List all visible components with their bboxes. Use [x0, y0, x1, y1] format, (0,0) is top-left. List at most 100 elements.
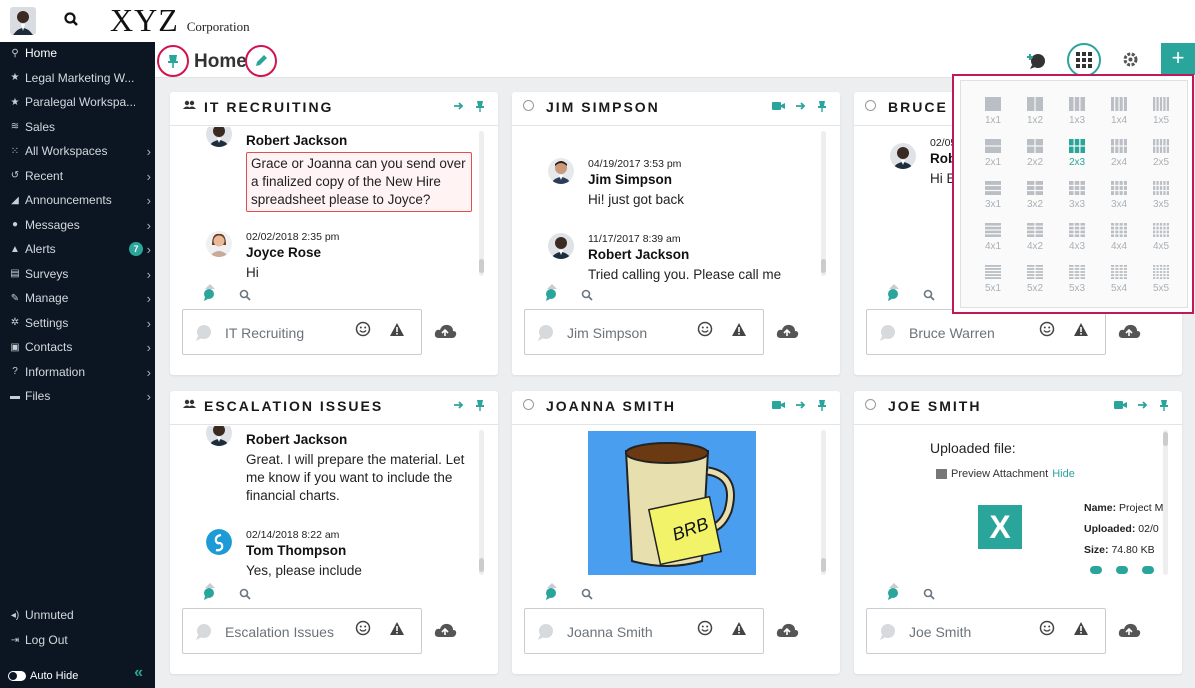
grid-option-2x4[interactable]: 2x4 — [1104, 137, 1134, 173]
add-panel-button[interactable]: + — [1161, 43, 1195, 75]
emoji-icon[interactable] — [355, 321, 371, 342]
collapse-sidebar-icon[interactable]: « — [134, 664, 143, 682]
autohide-toggle[interactable]: Auto Hide — [8, 670, 78, 682]
cloud-upload-icon[interactable] — [1118, 621, 1141, 643]
grid-option-3x2[interactable]: 3x2 — [1020, 179, 1050, 215]
select-radio[interactable] — [523, 399, 534, 410]
video-call-icon[interactable] — [1114, 399, 1127, 415]
alert-icon[interactable] — [389, 621, 405, 641]
cloud-upload-icon[interactable] — [776, 322, 799, 344]
scrollbar[interactable] — [821, 131, 826, 276]
grid-option-4x5[interactable]: 4x5 — [1146, 221, 1176, 257]
grid-option-1x3[interactable]: 1x3 — [1062, 95, 1092, 131]
grid-option-4x4[interactable]: 4x4 — [1104, 221, 1134, 257]
select-radio[interactable] — [865, 399, 876, 410]
emoji-icon[interactable] — [1039, 620, 1055, 641]
scrollbar-thumb[interactable] — [821, 558, 826, 572]
cloud-upload-icon[interactable] — [1118, 322, 1141, 344]
logout-button[interactable]: ⇥ Log Out — [0, 629, 155, 651]
grid-option-3x3[interactable]: 3x3 — [1062, 179, 1092, 215]
grid-option-1x5[interactable]: 1x5 — [1146, 95, 1176, 131]
pencil-icon[interactable] — [253, 53, 269, 74]
emoji-icon[interactable] — [355, 620, 371, 641]
search-icon[interactable] — [62, 10, 82, 30]
open-arrow-icon[interactable] — [1137, 399, 1148, 415]
grid-option-5x5[interactable]: 5x5 — [1146, 263, 1176, 299]
sidebar-item-recent[interactable]: ↺ Recent › — [0, 165, 155, 187]
gear-icon[interactable] — [1122, 51, 1139, 73]
scrollbar[interactable] — [821, 430, 826, 575]
grid-option-2x1[interactable]: 2x1 — [978, 137, 1008, 173]
hide-link[interactable]: Hide — [1052, 468, 1075, 480]
chat-tab-icon[interactable] — [202, 587, 216, 601]
chat-tab-icon[interactable] — [544, 288, 558, 302]
sidebar-item-manage[interactable]: ✎ Manage › — [0, 287, 155, 309]
pin-icon[interactable] — [1158, 399, 1170, 415]
alert-icon[interactable] — [731, 322, 747, 342]
scrollbar[interactable] — [479, 430, 484, 575]
search-icon[interactable] — [580, 587, 594, 601]
scrollbar[interactable] — [1163, 430, 1168, 575]
emoji-icon[interactable] — [697, 321, 713, 342]
chat-tab-icon[interactable] — [886, 587, 900, 601]
select-radio[interactable] — [865, 100, 876, 111]
sidebar-item-legal-marketing-w[interactable]: ★ Legal Marketing W... — [0, 67, 155, 89]
open-arrow-icon[interactable] — [795, 100, 806, 116]
cloud-upload-icon[interactable] — [434, 322, 457, 344]
search-icon[interactable] — [922, 288, 936, 302]
grid-option-4x3[interactable]: 4x3 — [1062, 221, 1092, 257]
search-icon[interactable] — [238, 288, 252, 302]
grid-option-5x3[interactable]: 5x3 — [1062, 263, 1092, 299]
search-icon[interactable] — [580, 288, 594, 302]
chat-tab-icon[interactable] — [202, 288, 216, 302]
alert-icon[interactable] — [1073, 322, 1089, 342]
toggle-switch[interactable] — [8, 671, 26, 681]
sidebar-item-paralegal-workspa[interactable]: ★ Paralegal Workspa... — [0, 91, 155, 113]
chat-tab-icon[interactable] — [544, 587, 558, 601]
message-compose-box[interactable]: Bruce Warren — [866, 309, 1106, 355]
grid-option-3x5[interactable]: 3x5 — [1146, 179, 1176, 215]
grid-option-5x4[interactable]: 5x4 — [1104, 263, 1134, 299]
scrollbar-thumb[interactable] — [479, 259, 484, 273]
add-chat-icon[interactable] — [1027, 50, 1047, 75]
sidebar-item-sales[interactable]: ≋ Sales — [0, 116, 155, 138]
grid-option-1x2[interactable]: 1x2 — [1020, 95, 1050, 131]
grid-option-3x4[interactable]: 3x4 — [1104, 179, 1134, 215]
grid-option-3x1[interactable]: 3x1 — [978, 179, 1008, 215]
alert-icon[interactable] — [389, 322, 405, 342]
message-compose-box[interactable]: IT Recruiting — [182, 309, 422, 355]
pin-icon[interactable] — [474, 100, 486, 116]
sidebar-item-home[interactable]: ⚲ Home — [0, 42, 155, 64]
eye-icon[interactable] — [1142, 566, 1154, 574]
share-icon[interactable] — [1116, 566, 1128, 574]
pin-icon[interactable] — [165, 53, 181, 74]
sidebar-item-messages[interactable]: ● Messages › — [0, 214, 155, 236]
grid-option-1x4[interactable]: 1x4 — [1104, 95, 1134, 131]
sidebar-item-contacts[interactable]: ▣ Contacts › — [0, 336, 155, 358]
search-icon[interactable] — [238, 587, 252, 601]
sidebar-item-surveys[interactable]: ▤ Surveys › — [0, 263, 155, 285]
message-compose-box[interactable]: Joe Smith — [866, 608, 1106, 654]
alert-icon[interactable] — [1073, 621, 1089, 641]
message-compose-box[interactable]: Escalation Issues — [182, 608, 422, 654]
scrollbar[interactable] — [479, 131, 484, 276]
unmuted-toggle[interactable]: ◂) Unmuted — [0, 604, 155, 626]
cloud-download-icon[interactable] — [1090, 566, 1102, 574]
user-avatar[interactable] — [10, 7, 36, 35]
message-compose-box[interactable]: Joanna Smith — [524, 608, 764, 654]
open-arrow-icon[interactable] — [453, 399, 464, 415]
sidebar-item-information[interactable]: ? Information › — [0, 361, 155, 383]
grid-option-5x2[interactable]: 5x2 — [1020, 263, 1050, 299]
chat-tab-icon[interactable] — [886, 288, 900, 302]
grid-option-2x2[interactable]: 2x2 — [1020, 137, 1050, 173]
cloud-upload-icon[interactable] — [776, 621, 799, 643]
alert-icon[interactable] — [731, 621, 747, 641]
pin-icon[interactable] — [816, 399, 828, 415]
grid-option-4x1[interactable]: 4x1 — [978, 221, 1008, 257]
emoji-icon[interactable] — [1039, 321, 1055, 342]
pin-icon[interactable] — [474, 399, 486, 415]
video-call-icon[interactable] — [772, 100, 785, 116]
open-arrow-icon[interactable] — [453, 100, 464, 116]
grid-option-2x5[interactable]: 2x5 — [1146, 137, 1176, 173]
pin-icon[interactable] — [816, 100, 828, 116]
